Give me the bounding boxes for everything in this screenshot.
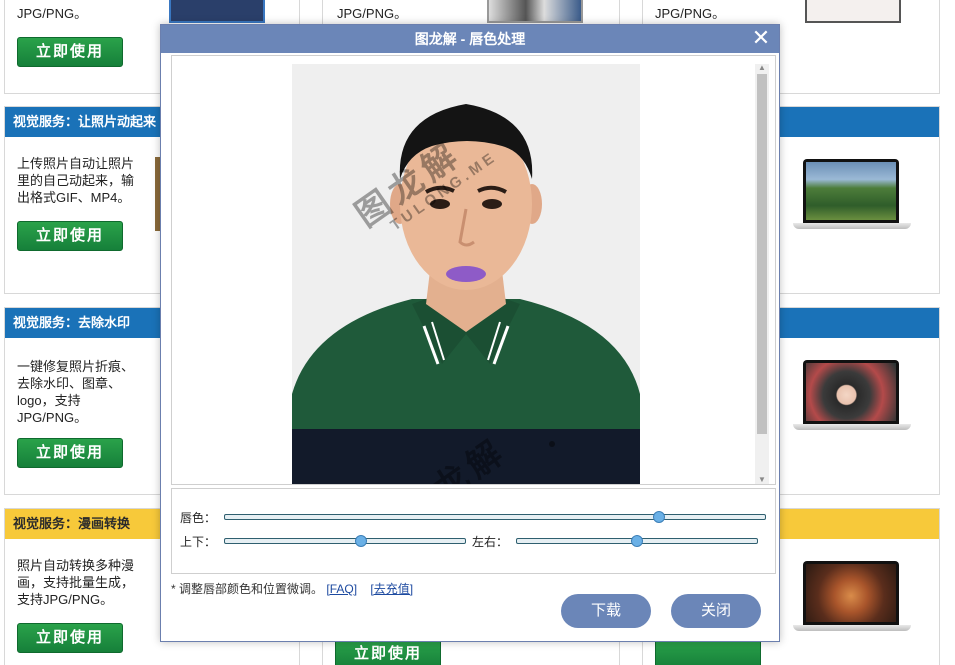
slider-knob[interactable] <box>631 535 643 547</box>
laptop-base <box>793 223 911 229</box>
page: JPG/PNG。 立即使用 JPG/PNG。 JPG/PNG。 视觉服务：让照片… <box>0 0 955 665</box>
scroll-up-icon[interactable]: ▲ <box>757 64 767 72</box>
card-desc: 照片自动转换多种漫画，支持批量生成，支持JPG/PNG。 <box>17 558 135 607</box>
slider-knob[interactable] <box>355 535 367 547</box>
download-button[interactable]: 下载 <box>561 594 651 628</box>
use-now-button[interactable]: 立即使用 <box>17 221 123 251</box>
adjust-note: * 调整唇部颜色和位置微调。 [FAQ] [去充值] <box>171 580 413 597</box>
thumbnail <box>169 0 265 23</box>
use-now-button[interactable]: 立即使用 <box>17 438 123 468</box>
laptop-thumbnail <box>793 561 911 633</box>
use-now-button[interactable]: 立即使用 <box>17 623 123 653</box>
lip-color-slider[interactable] <box>224 511 766 523</box>
card-desc: JPG/PNG。 <box>17 6 88 21</box>
scroll-down-icon[interactable]: ▼ <box>757 476 767 484</box>
lip-color-label: 唇色： <box>180 511 217 525</box>
note-text: * 调整唇部颜色和位置微调。 <box>171 582 324 596</box>
vertical-scrollbar[interactable]: ▲ ▼ <box>755 64 769 484</box>
vertical-slider[interactable] <box>224 535 466 547</box>
laptop-thumbnail <box>793 360 911 432</box>
use-now-button[interactable]: 立即使用 <box>335 639 441 665</box>
use-now-button[interactable] <box>655 639 761 665</box>
laptop-base <box>793 424 911 430</box>
dialog-title: 图龙解 - 唇色处理 <box>161 25 779 53</box>
thumbnail <box>805 0 901 23</box>
horizontal-slider[interactable] <box>516 535 758 547</box>
close-icon[interactable]: ✕ <box>751 27 771 49</box>
laptop-screen <box>803 561 899 625</box>
faq-link[interactable]: [FAQ] <box>326 582 357 596</box>
use-now-button[interactable]: 立即使用 <box>17 37 123 67</box>
adjust-controls: 唇色： 上下： 左右： <box>171 488 776 574</box>
laptop-screen <box>803 159 899 223</box>
card-desc: 一键修复照片折痕、去除水印、图章、logo，支持JPG/PNG。 <box>17 359 135 425</box>
vertical-label: 上下： <box>180 535 217 549</box>
recharge-link[interactable]: [去充值] <box>370 582 413 596</box>
horizontal-label: 左右： <box>472 535 509 549</box>
card-desc: 上传照片自动让照片里的自己动起来，输出格式GIF、MP4。 <box>17 156 135 205</box>
photo-preview: 图龙解 TULONG.ME 图龙解 ▲ ▼ <box>171 55 776 485</box>
card-desc: JPG/PNG。 <box>337 6 408 21</box>
close-button[interactable]: 关闭 <box>671 594 761 628</box>
laptop-thumbnail <box>793 159 911 231</box>
laptop-screen <box>803 360 899 424</box>
lip-color-dialog: 图龙解 - 唇色处理 ✕ 图龙解 TULONG.ME 图龙解 ▲ ▼ 唇色： 上… <box>160 24 780 642</box>
slider-knob[interactable] <box>653 511 665 523</box>
scrollbar-thumb[interactable] <box>757 74 767 434</box>
thumbnail <box>487 0 583 23</box>
laptop-base <box>793 625 911 631</box>
card-desc: JPG/PNG。 <box>655 6 726 21</box>
